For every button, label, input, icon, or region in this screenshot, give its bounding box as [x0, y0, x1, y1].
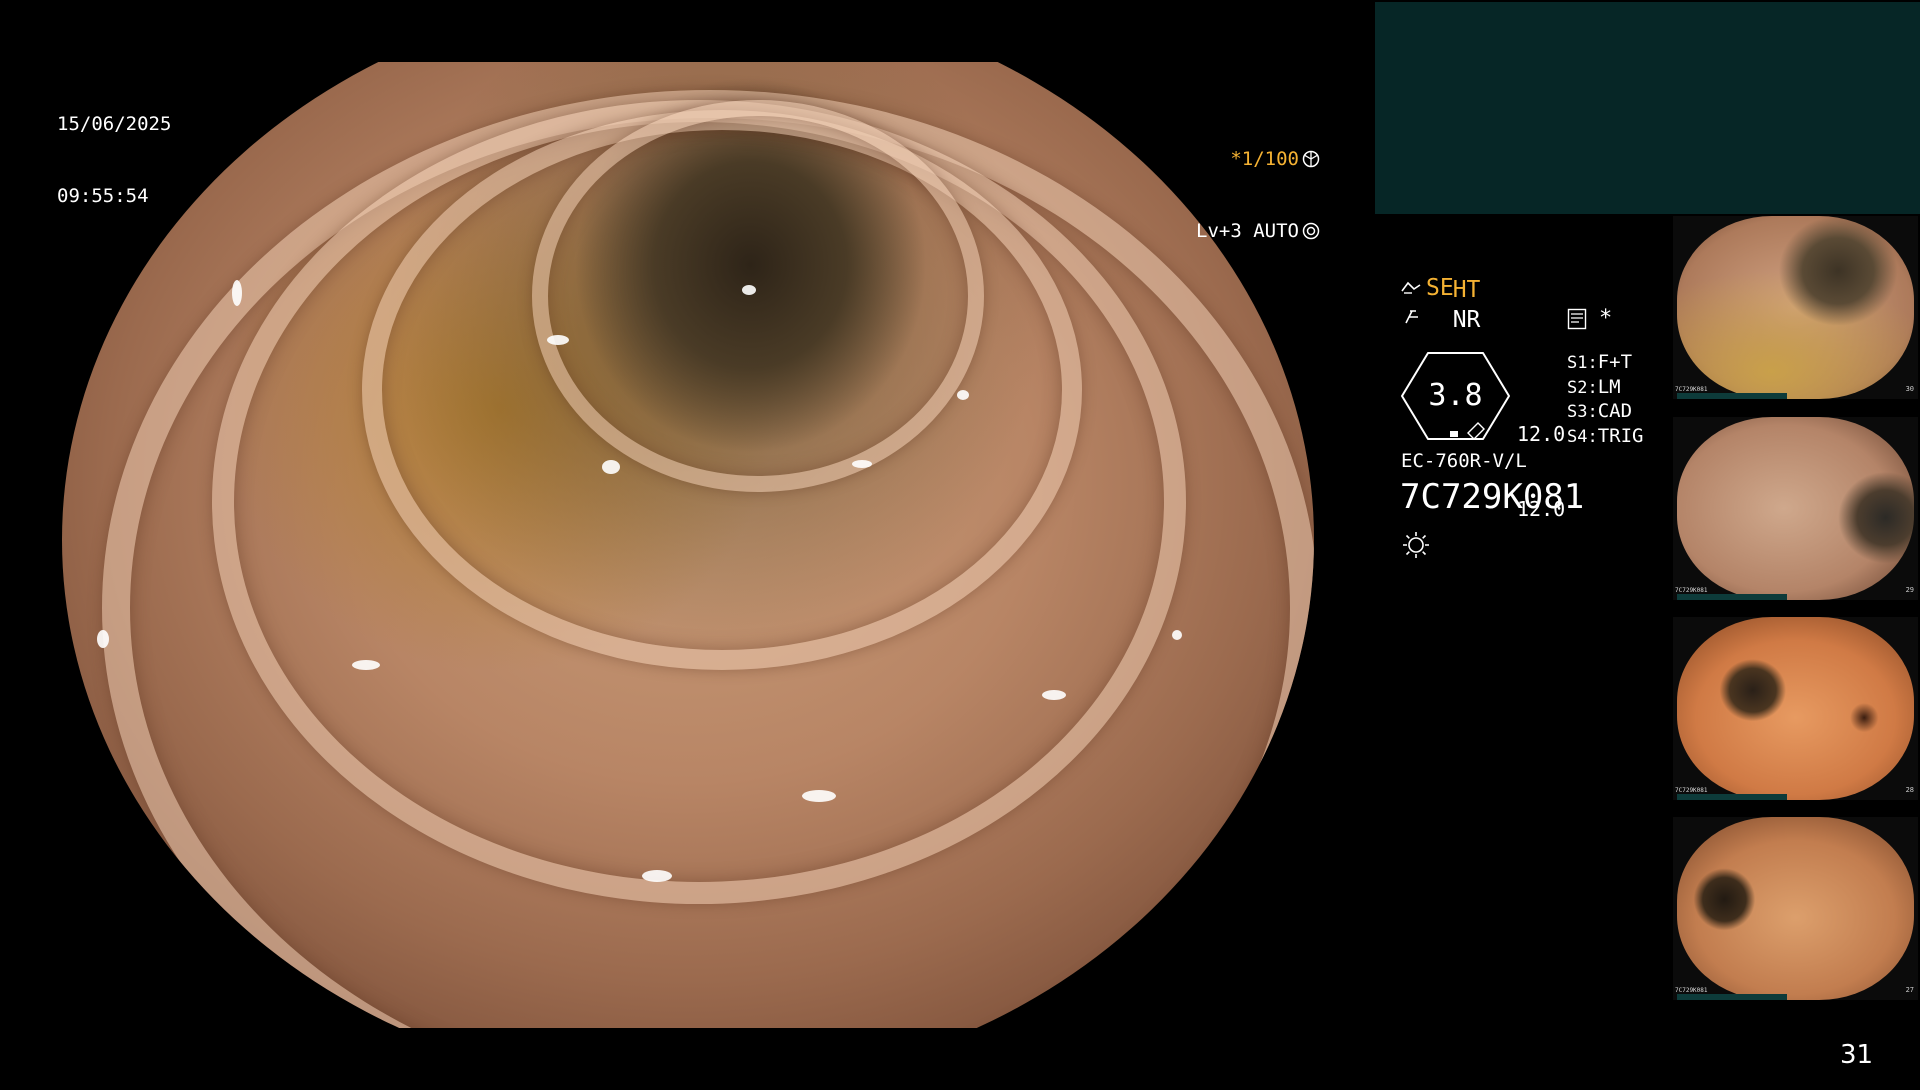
- aperture-icon: [1302, 150, 1320, 168]
- se-row: SE: [1400, 276, 1454, 300]
- star-label: *: [1599, 306, 1613, 331]
- light-reflection: [642, 870, 672, 882]
- lightning-icon: [1405, 310, 1418, 324]
- mucosa-fold: [532, 100, 984, 492]
- light-bulb-icon: [1403, 532, 1429, 558]
- capture-thumbnail[interactable]: 7C729K081 28: [1673, 617, 1918, 800]
- light-reflection: [602, 460, 620, 474]
- capture-thumbnail[interactable]: 7C729K081 29: [1673, 417, 1918, 600]
- thumbnail-image: [1677, 216, 1914, 399]
- light-reflection: [957, 390, 969, 400]
- light-reflection: [1042, 690, 1066, 700]
- switch-key: S2:: [1567, 377, 1598, 398]
- light-reflection: [232, 280, 242, 306]
- thumbnail-label: 7C729K081: [1675, 787, 1708, 794]
- switch-item: S1:F+T: [1567, 350, 1643, 375]
- thumbnail-number: 28: [1905, 786, 1914, 794]
- thumbnail-image: [1677, 817, 1914, 1000]
- switch-key: S1:: [1567, 353, 1598, 373]
- level-label: Lv+3 AUTO: [1196, 220, 1299, 242]
- nr-label: NR: [1452, 307, 1481, 333]
- switch-list: S1:F+T S2:LM S3:CAD S4:TRIG: [1567, 350, 1643, 448]
- time-label: 09:55:54: [57, 185, 149, 207]
- light-reflection: [97, 630, 109, 648]
- thumbnail-label: 7C729K081: [1675, 987, 1708, 994]
- memory-row: *: [1567, 307, 1612, 331]
- light-reflection: [352, 660, 380, 670]
- thumbnail-bar: [1677, 794, 1787, 800]
- page-number: 31: [1840, 1040, 1874, 1070]
- date-label: 15/06/2025: [57, 113, 172, 135]
- exposure-overlay: *1/100 Lv+3 AUTO: [1195, 99, 1320, 267]
- thumbnail-number: 29: [1905, 586, 1914, 594]
- thumbnail-bar: [1677, 594, 1787, 600]
- scope-icon: [1401, 281, 1421, 294]
- light-reflection: [1172, 630, 1182, 640]
- capture-thumbnail[interactable]: 7C729K081 30: [1673, 216, 1918, 399]
- thumbnail-label: 7C729K081: [1675, 587, 1708, 594]
- gear-icon: [1302, 222, 1320, 240]
- thumbnail-bar: [1677, 994, 1787, 1000]
- light-dial: 3.8: [1400, 351, 1511, 441]
- switch-item: S3:CAD: [1567, 399, 1643, 424]
- info-panel: [1375, 2, 1920, 214]
- light-reflection: [547, 335, 569, 345]
- datetime-display: 15/06/2025 09:55:54: [57, 64, 171, 232]
- thumbnail-image: [1677, 417, 1914, 600]
- lightning-row: [1402, 307, 1422, 331]
- switch-key: S3:: [1567, 402, 1598, 422]
- switch-value: LM: [1597, 375, 1621, 398]
- scope-serial: 7C729K081: [1400, 477, 1585, 517]
- light-reflection: [802, 790, 836, 802]
- switch-key: S4:: [1567, 426, 1598, 447]
- capture-thumbnail[interactable]: 7C729K081 27: [1673, 817, 1918, 1000]
- memory-icon: [1567, 308, 1587, 330]
- thumbnail-image: [1677, 617, 1914, 800]
- thumbnail-bar: [1677, 393, 1787, 399]
- light-reflection: [852, 460, 872, 468]
- switch-value: F+T: [1597, 351, 1633, 373]
- switch-item: S2:LM: [1567, 375, 1643, 400]
- se-label: SE: [1426, 275, 1454, 301]
- endoscope-view: [62, 62, 1314, 1028]
- thumbnail-label: 7C729K081: [1675, 386, 1708, 393]
- dial-value: 3.8: [1428, 378, 1483, 413]
- scope-model: EC-760R-V/L: [1401, 450, 1527, 472]
- ht-label: HT: [1452, 277, 1481, 303]
- switch-value: CAD: [1597, 400, 1633, 422]
- reading-1: 12.0: [1517, 422, 1566, 446]
- thumbnail-number: 27: [1905, 986, 1914, 994]
- light-row: [1401, 530, 1431, 564]
- switch-value: TRIG: [1597, 424, 1644, 447]
- switch-item: S4:TRIG: [1567, 424, 1643, 449]
- thumbnail-number: 30: [1905, 385, 1914, 393]
- shutter-label: *1/100: [1230, 148, 1299, 170]
- light-reflection: [742, 285, 756, 295]
